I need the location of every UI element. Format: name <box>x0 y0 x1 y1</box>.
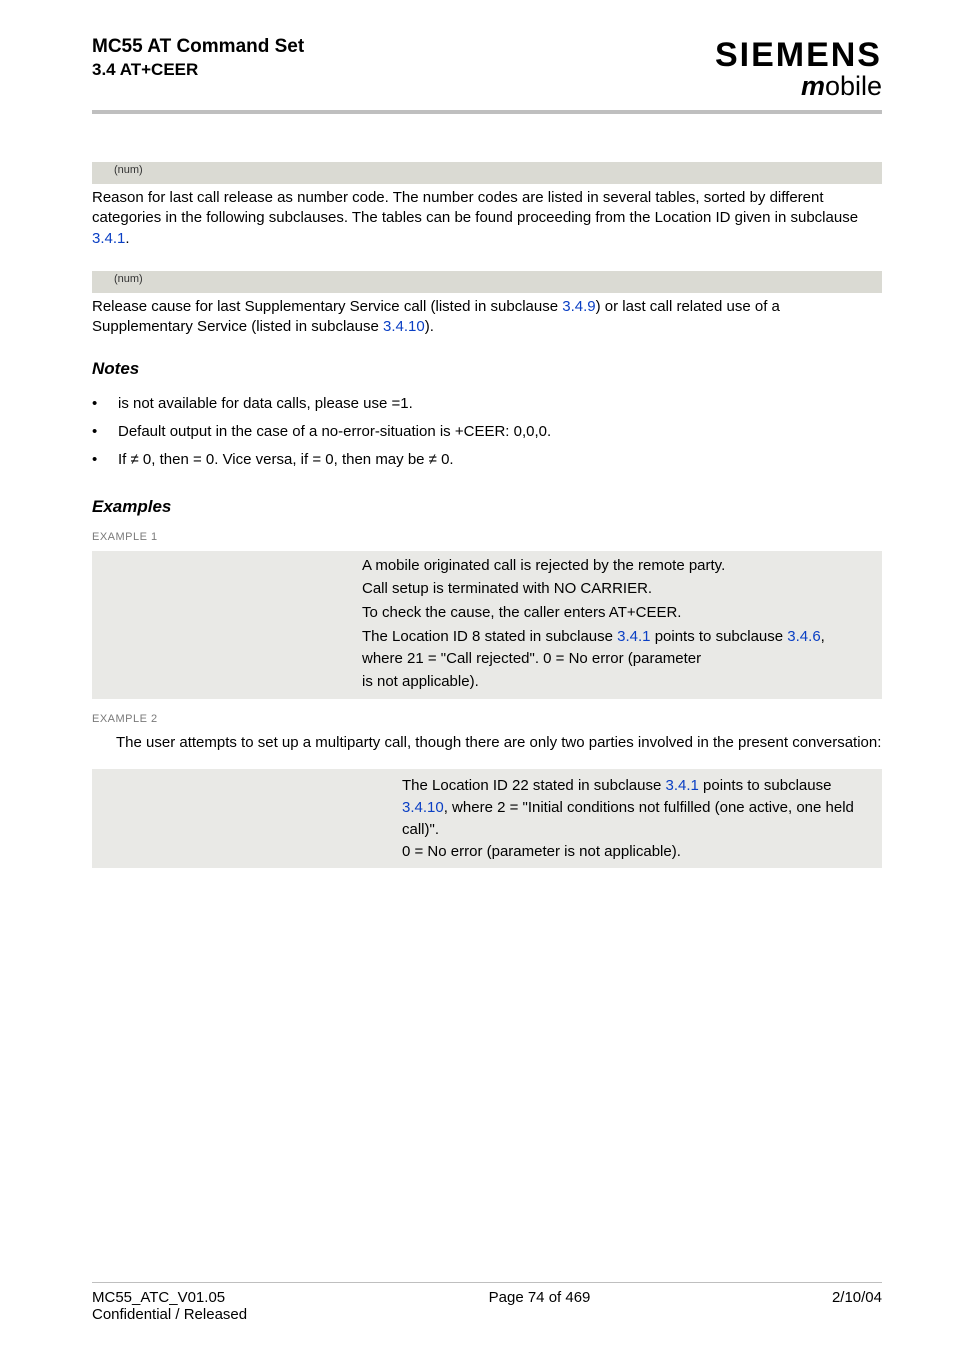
param-header-ssrelease: (num) <box>92 271 882 293</box>
header-divider <box>92 110 882 114</box>
note-item: • is not available for data calls, pleas… <box>92 393 882 415</box>
example2-intro: The user attempts to set up a multiparty… <box>92 733 882 753</box>
notes-title: Notes <box>92 359 882 379</box>
param-header-reason: (num) <box>92 162 882 184</box>
page-footer: MC55_ATC_V01.05 Confidential / Released … <box>92 1282 882 1323</box>
example2-box: The Location ID 22 stated in subclause 3… <box>92 769 882 868</box>
param-sup: (num) <box>114 164 143 176</box>
footer-right: 2/10/04 <box>832 1289 882 1323</box>
header-left: MC55 AT Command Set 3.4 AT+CEER <box>92 36 304 80</box>
example-row: A mobile originated call is rejected by … <box>92 555 882 579</box>
example-row: To check the cause, the caller enters AT… <box>92 602 882 626</box>
link-3-4-1[interactable]: 3.4.1 <box>617 628 650 645</box>
example1-label: EXAMPLE 1 <box>92 531 882 543</box>
link-3-4-1[interactable]: 3.4.1 <box>92 230 125 247</box>
brand-logo: SIEMENS mobile <box>715 36 882 102</box>
page-root: MC55 AT Command Set 3.4 AT+CEER SIEMENS … <box>0 0 954 1351</box>
brand-tagline: mobile <box>715 71 882 102</box>
footer-center: Page 74 of 469 <box>489 1289 591 1323</box>
note-item: • Default output in the case of a no-err… <box>92 421 882 443</box>
example1-box: A mobile originated call is rejected by … <box>92 551 882 700</box>
example-row: is not applicable). <box>92 671 882 695</box>
doc-subtitle: 3.4 AT+CEER <box>92 60 304 80</box>
link-3-4-6[interactable]: 3.4.6 <box>787 628 820 645</box>
bullet-icon: • <box>92 449 118 471</box>
doc-title: MC55 AT Command Set <box>92 36 304 58</box>
example-row: 0 = No error (parameter is not applicabl… <box>92 841 882 863</box>
bullet-icon: • <box>92 421 118 443</box>
link-3-4-1[interactable]: 3.4.1 <box>666 777 699 794</box>
param-body-ssrelease: Release cause for last Supplementary Ser… <box>92 297 882 338</box>
footer-left: MC55_ATC_V01.05 Confidential / Released <box>92 1289 247 1323</box>
example2-label: EXAMPLE 2 <box>92 713 882 725</box>
param-sup: (num) <box>114 273 143 285</box>
page-header: MC55 AT Command Set 3.4 AT+CEER SIEMENS … <box>92 36 882 102</box>
example-row: The Location ID 8 stated in subclause 3.… <box>92 626 882 672</box>
examples-title: Examples <box>92 497 882 517</box>
brand-name: SIEMENS <box>715 36 882 75</box>
example-row: Call setup is terminated with NO CARRIER… <box>92 578 882 602</box>
link-3-4-10[interactable]: 3.4.10 <box>402 799 444 816</box>
param-body-reason: Reason for last call release as number c… <box>92 188 882 249</box>
bullet-icon: • <box>92 393 118 415</box>
content-area: (num) Reason for last call release as nu… <box>92 162 882 868</box>
link-3-4-9[interactable]: 3.4.9 <box>562 298 595 315</box>
example-row: The Location ID 22 stated in subclause 3… <box>92 775 882 840</box>
note-item: • If ≠ 0, then = 0. Vice versa, if = 0, … <box>92 449 882 471</box>
link-3-4-10[interactable]: 3.4.10 <box>383 318 425 335</box>
